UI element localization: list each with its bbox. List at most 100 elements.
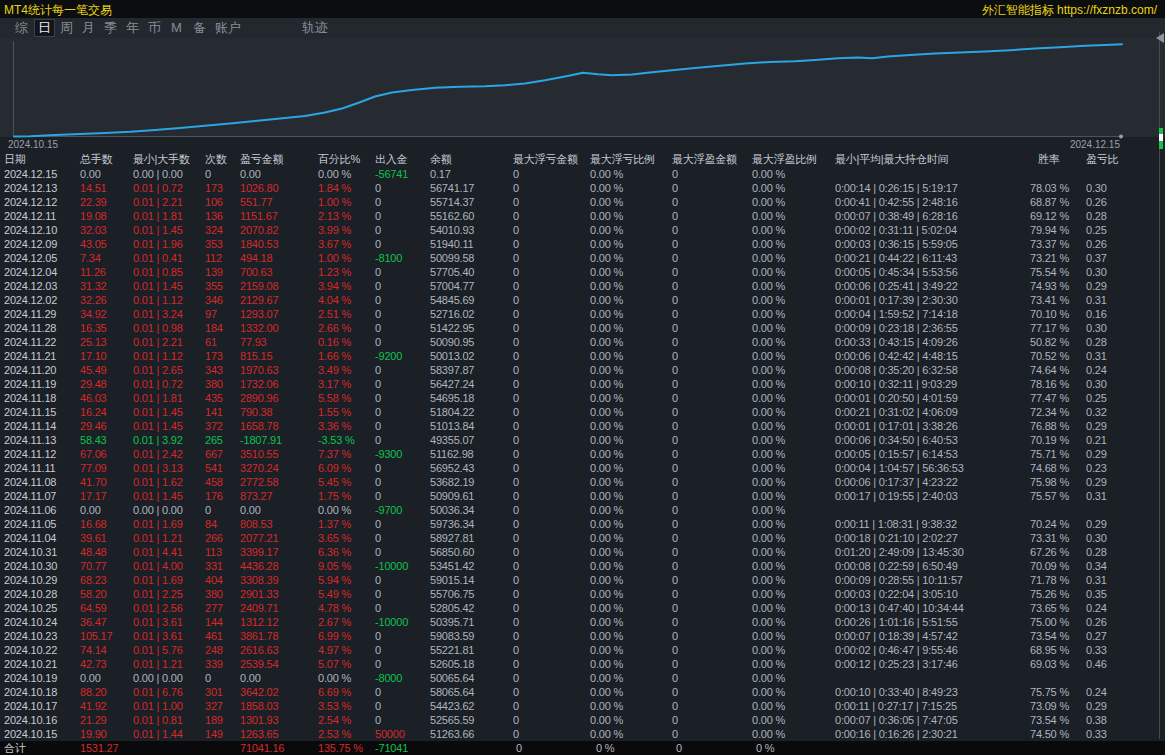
cell-trade-count: 139	[205, 265, 223, 279]
cell-date: 2024.10.17	[4, 699, 57, 713]
cell-pl-ratio: 0.38	[1086, 713, 1107, 727]
cell-balance: 51263.66	[430, 727, 474, 741]
cell-pnl-percent: 6.69 %	[318, 685, 351, 699]
cell-trade-count: 667	[205, 447, 223, 461]
cell-balance: 50013.02	[430, 349, 474, 363]
cell-pl-ratio: 0.29	[1086, 699, 1107, 713]
cell-max-floating-loss: 0	[513, 587, 519, 601]
cell-date: 2024.11.28	[4, 321, 56, 335]
cell-max-floating-loss-pct: 0.00 %	[590, 559, 623, 573]
cell-trade-count: 353	[205, 237, 223, 251]
cell-pnl-amount: 1301.93	[240, 713, 278, 727]
menu-item-8[interactable]: M	[171, 20, 182, 36]
menu-item-6[interactable]: 年	[126, 20, 139, 36]
cell-max-floating-profit: 0	[672, 643, 678, 657]
cell-total-lots: 43.05	[80, 237, 107, 251]
cell-pl-ratio: 0.37	[1086, 251, 1107, 265]
cell-holding-time: 0:00:02 | 0:31:11 | 5:02:04	[835, 223, 957, 237]
cell-date: 2024.12.03	[4, 279, 57, 293]
cell-max-floating-loss-pct: 0.00 %	[590, 195, 623, 209]
menu-item-7[interactable]: 币	[148, 20, 161, 36]
cell-min-max-lots: 0.01 | 3.13	[133, 461, 183, 475]
cell-max-floating-profit: 0	[672, 405, 678, 419]
cell-max-floating-profit-pct: 0.00 %	[752, 629, 785, 643]
cell-max-floating-profit-pct: 0.00 %	[752, 657, 785, 671]
menu-item-10[interactable]: 账户	[215, 20, 241, 36]
cell-pnl-percent: 6.36 %	[318, 545, 351, 559]
cell-trade-count: 173	[205, 349, 223, 363]
menu-item-3[interactable]: 周	[60, 20, 73, 36]
table-row: 2024.11.2934.920.01 | 3.24971293.072.51 …	[0, 307, 1165, 321]
cell-max-floating-loss: 0	[513, 545, 519, 559]
cell-max-floating-loss: 0	[513, 181, 519, 195]
cell-trade-count: 173	[205, 181, 223, 195]
cell-trade-count: 184	[205, 321, 223, 335]
cell-pnl-amount: 1332.00	[240, 321, 278, 335]
cell-holding-time: 0:00:21 | 0:31:02 | 4:06:09	[835, 405, 958, 419]
cell-total-lots: 29.46	[80, 419, 107, 433]
cell-max-floating-loss: 0	[513, 559, 519, 573]
cell-max-floating-profit-pct: 0.00 %	[752, 587, 785, 601]
menu-item-4[interactable]: 月	[82, 20, 95, 36]
cell-max-floating-profit: 0	[672, 265, 678, 279]
cell-pnl-percent: 3.17 %	[318, 377, 351, 391]
cell-deposit-withdrawal: 0	[375, 391, 381, 405]
total-label: 合计	[4, 741, 26, 755]
table-row: 2024.11.1929.480.01 | 0.723801732.063.17…	[0, 377, 1165, 391]
cell-win-rate: 79.94 %	[1030, 223, 1069, 237]
menu-item-1[interactable]: 综	[15, 20, 28, 36]
cell-max-floating-loss-pct: 0.00 %	[590, 223, 623, 237]
cell-holding-time: 0:00:10 | 0:33:40 | 8:49:23	[835, 685, 958, 699]
cell-pnl-amount: 2077.21	[240, 531, 278, 545]
cell-max-floating-loss-pct: 0.00 %	[590, 545, 623, 559]
cell-win-rate: 73.65 %	[1030, 601, 1069, 615]
cell-pnl-amount: 2772.58	[240, 475, 278, 489]
cell-holding-time: 0:00:07 | 0:38:49 | 6:28:16	[835, 209, 958, 223]
cell-pnl-percent: 6.99 %	[318, 629, 351, 643]
table-row: 2024.11.1267.060.01 | 2.426673510.557.37…	[0, 447, 1165, 461]
cell-win-rate: 75.57 %	[1030, 489, 1069, 503]
column-header-max-floating-loss-pct: 最大浮亏比例	[590, 152, 655, 167]
cell-pnl-amount: 1026.80	[240, 181, 278, 195]
cell-max-floating-profit: 0	[672, 223, 678, 237]
menu-item-2[interactable]: 日	[34, 19, 55, 37]
cell-date: 2024.11.19	[4, 377, 56, 391]
menu-item-5[interactable]: 季	[104, 20, 117, 36]
cell-date: 2024.11.13	[4, 433, 56, 447]
column-header-pnl-percent: 百分比%	[318, 152, 360, 167]
cell-pnl-percent: 1.75 %	[318, 489, 351, 503]
cell-pnl-percent: 3.94 %	[318, 279, 351, 293]
cell-max-floating-loss-pct: 0.00 %	[590, 685, 623, 699]
cell-pnl-percent: 2.67 %	[318, 615, 351, 629]
cell-max-floating-profit-pct: 0.00 %	[752, 195, 785, 209]
cell-pl-ratio: 0.31	[1086, 573, 1107, 587]
scroll-arrow-icon[interactable]	[1156, 33, 1164, 43]
cell-win-rate: 76.88 %	[1030, 419, 1069, 433]
menu-item-9[interactable]: 备	[193, 20, 206, 36]
table-row: 2024.12.0331.320.01 | 1.453552159.083.94…	[0, 279, 1165, 293]
cell-max-floating-profit-pct: 0.00 %	[752, 167, 785, 181]
table-row: 2024.11.2117.100.01 | 1.12173815.151.66 …	[0, 349, 1165, 363]
cell-balance: 51804.22	[430, 405, 474, 419]
cell-deposit-withdrawal: 0	[375, 363, 381, 377]
table-row: 2024.11.1516.240.01 | 1.45141790.381.55 …	[0, 405, 1165, 419]
cell-pnl-amount: 790.38	[240, 405, 272, 419]
cell-max-floating-profit: 0	[672, 195, 678, 209]
cell-total-lots: 36.47	[80, 615, 107, 629]
cell-pnl-amount: 2129.67	[240, 293, 278, 307]
brand-link[interactable]: 外汇智能指标 https://fxznzb.com/	[982, 2, 1157, 19]
cell-max-floating-profit-pct: 0.00 %	[752, 447, 785, 461]
cell-max-floating-profit-pct: 0.00 %	[752, 321, 785, 335]
menu-item-11[interactable]: 轨迹	[302, 20, 328, 36]
cell-max-floating-loss: 0	[513, 531, 519, 545]
cell-date: 2024.11.12	[4, 447, 56, 461]
cell-max-floating-loss: 0	[513, 699, 519, 713]
cell-max-floating-loss: 0	[513, 475, 519, 489]
cell-pnl-amount: 3510.55	[240, 447, 278, 461]
cell-balance: 51013.84	[430, 419, 474, 433]
table-row: 2024.12.1222.390.01 | 2.21106551.771.00 …	[0, 195, 1165, 209]
cell-total-lots: 7.34	[80, 251, 101, 265]
table-row: 2024.11.0516.680.01 | 1.6984808.531.37 %…	[0, 517, 1165, 531]
cell-holding-time: 0:00:03 | 0:22:04 | 3:05:10	[835, 587, 958, 601]
cell-win-rate: 72.34 %	[1030, 405, 1069, 419]
